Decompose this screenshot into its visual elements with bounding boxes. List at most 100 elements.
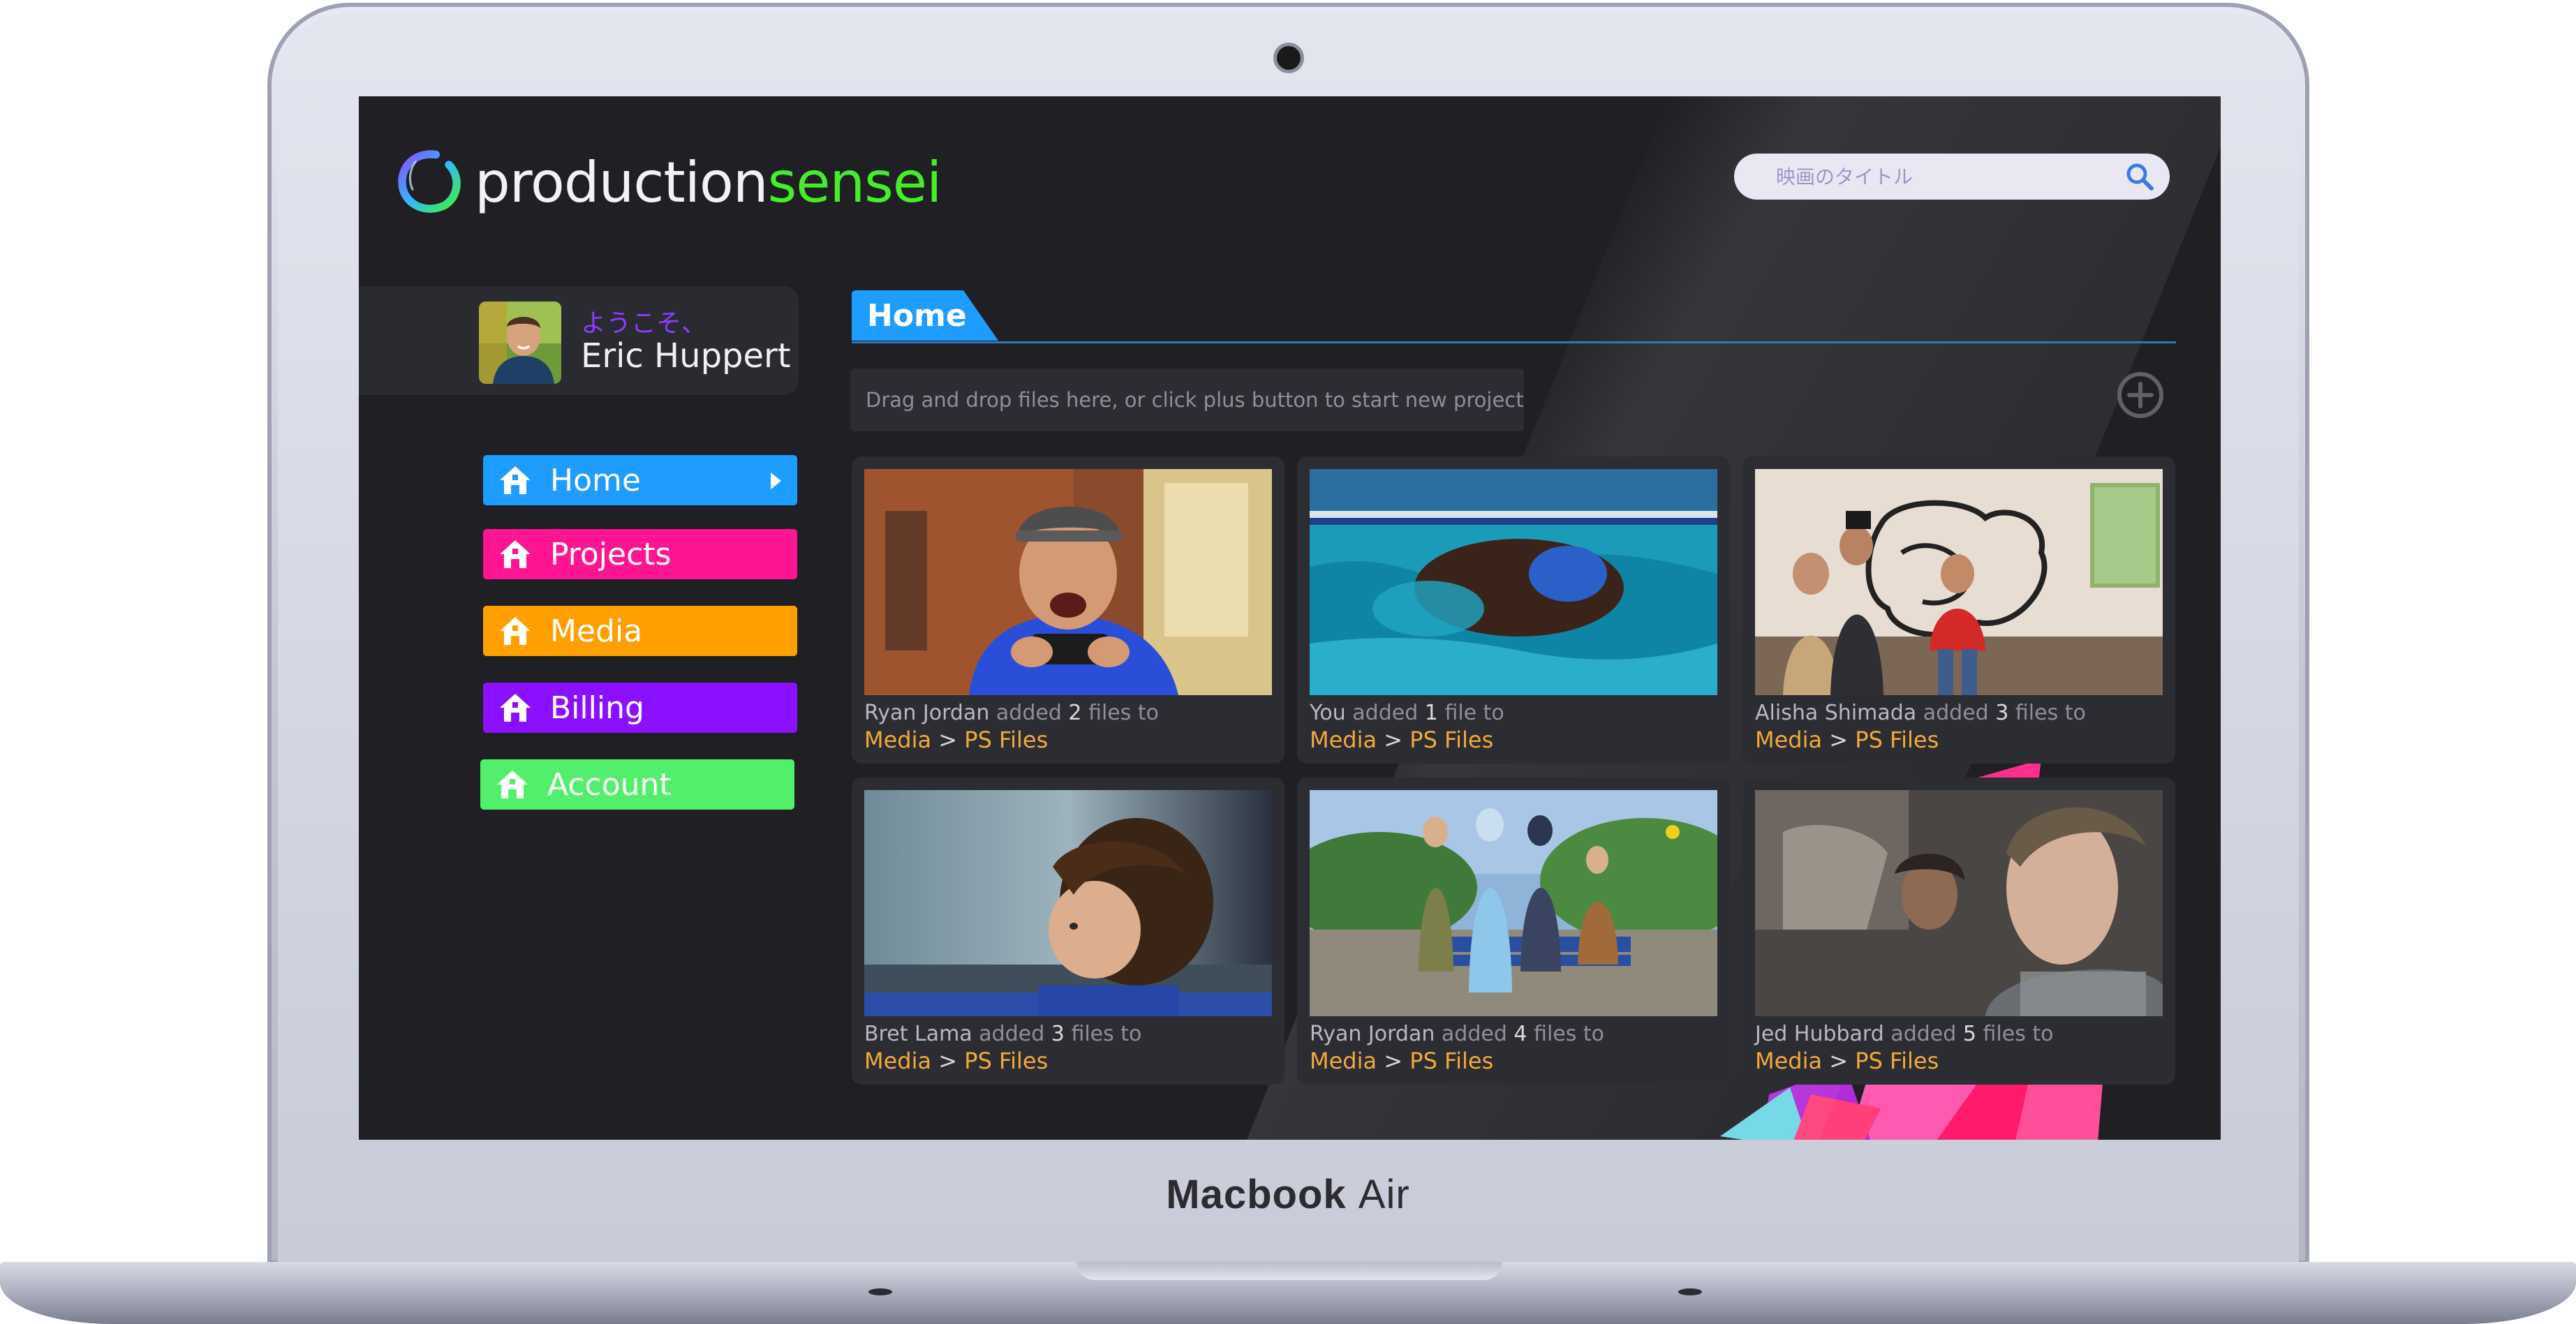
nav-item-projects[interactable]: Projects <box>483 529 797 579</box>
card-folder-link[interactable]: Media <box>864 727 931 753</box>
device-label-thin: Air <box>1358 1172 1410 1217</box>
path-separator: > <box>1384 1048 1403 1074</box>
card-activity-text: Bret Lama added 3 files to <box>864 1022 1141 1046</box>
card-path: Media > PS Files <box>1755 1048 1939 1074</box>
plus-circle-icon[interactable] <box>2115 370 2166 420</box>
camera-icon <box>1277 46 1301 70</box>
card-user-name: Jed Hubbard <box>1755 1022 1884 1046</box>
nav-item-label: Media <box>550 613 643 649</box>
card-tail: files to <box>1071 1022 1142 1046</box>
path-separator: > <box>1829 1048 1849 1074</box>
activity-card[interactable]: Bret Lama added 3 files to Media > PS Fi… <box>852 778 1285 1085</box>
laptop-foot <box>1678 1288 1702 1295</box>
nav-item-account[interactable]: Account <box>480 759 794 810</box>
card-folder-link[interactable]: Media <box>1755 1048 1822 1074</box>
drop-zone[interactable]: Drag and drop files here, or click plus … <box>850 369 1524 431</box>
nav-item-home[interactable]: Home <box>483 455 797 505</box>
card-folder-link[interactable]: Media <box>1310 1048 1377 1074</box>
video-thumbnail[interactable] <box>864 790 1272 1016</box>
app-screen: productionsensei ようこそ、 Eric Huppert H <box>359 96 2221 1140</box>
path-separator: > <box>1829 727 1849 753</box>
path-separator: > <box>1384 727 1403 753</box>
laptop-notch <box>1076 1262 1502 1280</box>
card-file-count: 5 <box>1962 1022 1976 1046</box>
nav-item-billing[interactable]: Billing <box>483 683 797 733</box>
welcome-greeting: ようこそ、 <box>581 309 707 338</box>
welcome-card: ようこそ、 Eric Huppert <box>359 286 799 395</box>
card-path: Media > PS Files <box>1310 1048 1493 1074</box>
card-folder-link[interactable]: Media <box>864 1048 931 1074</box>
card-verb: added <box>979 1022 1045 1046</box>
card-activity-text: You added 1 file to <box>1310 701 1504 725</box>
card-file-count: 1 <box>1424 701 1438 725</box>
video-thumbnail[interactable] <box>1310 469 1717 695</box>
video-thumbnail[interactable] <box>1755 790 2163 1016</box>
path-separator: > <box>938 1048 958 1074</box>
activity-card[interactable]: You added 1 file to Media > PS Files <box>1297 456 1730 764</box>
house-icon <box>500 466 531 494</box>
card-tail: files to <box>1983 1022 2054 1046</box>
thumbnail-film-set-painting <box>1755 469 2163 695</box>
card-user-name: You <box>1310 701 1346 725</box>
card-activity-text: Ryan Jordan added 2 files to <box>864 701 1159 725</box>
device-label: Macbook Air <box>0 1171 2576 1218</box>
video-thumbnail[interactable] <box>864 469 1272 695</box>
card-file-count: 3 <box>1051 1022 1065 1046</box>
caret-right-icon <box>771 473 781 489</box>
card-file-count: 4 <box>1513 1022 1527 1046</box>
drop-hint-text: Drag and drop files here, or click plus … <box>866 388 1524 412</box>
video-thumbnail[interactable] <box>1755 469 2163 695</box>
logo-word-sensei: sensei <box>767 149 942 215</box>
card-subfolder-link[interactable]: PS Files <box>1855 1048 1939 1074</box>
thumbnail-group-on-bench <box>1310 790 1717 1016</box>
activity-card[interactable]: Ryan Jordan added 2 files to Media > PS … <box>852 456 1285 764</box>
nav-item-label: Account <box>547 766 672 803</box>
card-activity-text: Ryan Jordan added 4 files to <box>1310 1022 1604 1046</box>
card-tail: files to <box>1088 701 1160 725</box>
avatar-photo <box>479 302 561 384</box>
card-path: Media > PS Files <box>864 1048 1048 1074</box>
search-bar[interactable] <box>1734 154 2170 200</box>
house-icon <box>500 540 531 568</box>
card-verb: added <box>1923 701 1989 725</box>
card-activity-text: Alisha Shimada added 3 files to <box>1755 701 2086 725</box>
page-title: Home <box>867 297 967 334</box>
tab-home[interactable]: Home <box>852 290 998 341</box>
card-user-name: Alisha Shimada <box>1755 701 1917 725</box>
app-logo[interactable]: productionsensei <box>394 144 942 221</box>
laptop-foot <box>868 1288 892 1295</box>
search-input[interactable] <box>1775 164 2124 189</box>
logo-wordmark: productionsensei <box>475 149 942 215</box>
card-folder-link[interactable]: Media <box>1310 727 1377 753</box>
card-tail: files to <box>1534 1022 1605 1046</box>
activity-card[interactable]: Alisha Shimada added 3 files to Media > … <box>1742 456 2175 764</box>
video-thumbnail[interactable] <box>1310 790 1717 1016</box>
house-icon <box>500 694 531 722</box>
thumbnail-man-with-phone <box>864 469 1272 695</box>
card-verb: added <box>1890 1022 1957 1046</box>
card-verb: added <box>995 701 1062 725</box>
divider <box>852 341 2176 343</box>
card-path: Media > PS Files <box>1755 727 1939 753</box>
card-verb: added <box>1441 1022 1507 1046</box>
card-folder-link[interactable]: Media <box>1755 727 1822 753</box>
activity-card[interactable]: Jed Hubbard added 5 files to Media > PS … <box>1742 778 2175 1085</box>
card-file-count: 3 <box>1995 701 2009 725</box>
thumbnail-car-passengers <box>1755 790 2163 1016</box>
activity-card[interactable]: Ryan Jordan added 4 files to Media > PS … <box>1297 778 1730 1085</box>
thumbnail-swimmer <box>1310 469 1717 695</box>
card-subfolder-link[interactable]: PS Files <box>1855 727 1939 753</box>
card-tail: files to <box>2015 701 2086 725</box>
avatar[interactable] <box>479 302 561 384</box>
card-user-name: Bret Lama <box>864 1022 972 1046</box>
card-subfolder-link[interactable]: PS Files <box>1409 1048 1493 1074</box>
card-verb: added <box>1352 701 1419 725</box>
nav-item-label: Projects <box>550 536 672 572</box>
thumbnail-boy-at-window <box>864 790 1272 1016</box>
search-icon[interactable] <box>2124 161 2156 193</box>
card-subfolder-link[interactable]: PS Files <box>964 1048 1048 1074</box>
card-subfolder-link[interactable]: PS Files <box>1409 727 1493 753</box>
card-subfolder-link[interactable]: PS Files <box>964 727 1048 753</box>
nav-item-media[interactable]: Media <box>483 606 797 656</box>
logo-word-production: production <box>475 149 769 215</box>
